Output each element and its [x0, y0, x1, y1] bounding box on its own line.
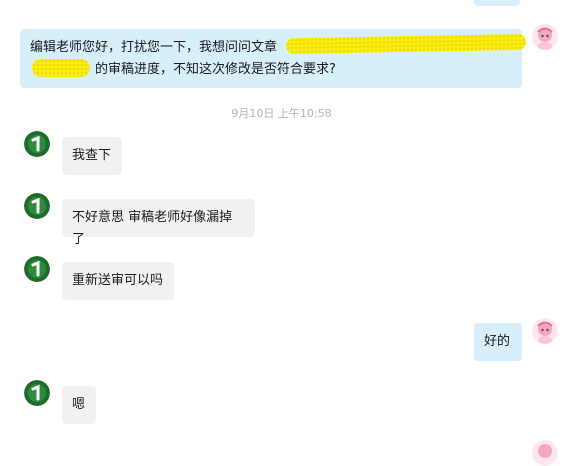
green-number-one-avatar-icon: [24, 256, 50, 282]
partial-message-bubble[interactable]: [474, 0, 520, 6]
my-avatar[interactable]: [532, 440, 558, 466]
contact-avatar[interactable]: [24, 256, 50, 282]
my-avatar[interactable]: [532, 24, 558, 50]
contact-avatar[interactable]: [24, 131, 50, 157]
message-bubble-incoming[interactable]: 重新送审可以吗: [62, 262, 174, 300]
message-text: 好的: [484, 334, 511, 349]
message-text: 我查下: [72, 148, 112, 163]
message-text: 不好意思 审稿老师好像漏掉了: [72, 210, 233, 247]
pink-character-avatar-icon: [532, 440, 558, 466]
chat-view[interactable]: 编辑老师您好，打扰您一下，我想问问文章 的审稿进度，不知这次修改是否符合要求? …: [0, 0, 563, 466]
my-avatar[interactable]: [532, 318, 558, 344]
message-text: 的审稿进度，不知这次修改是否符合要求?: [95, 62, 336, 77]
pink-character-avatar-icon: [532, 24, 558, 50]
green-number-one-avatar-icon: [24, 131, 50, 157]
contact-avatar[interactable]: [24, 193, 50, 219]
message-text: 嗯: [72, 397, 86, 412]
green-number-one-avatar-icon: [24, 380, 50, 406]
message-bubble-incoming[interactable]: 我查下: [62, 137, 122, 175]
message-bubble-outgoing[interactable]: 编辑老师您好，打扰您一下，我想问问文章 的审稿进度，不知这次修改是否符合要求?: [20, 29, 527, 88]
message-bubble-incoming[interactable]: 嗯: [62, 386, 96, 424]
message-text: 重新送审可以吗: [72, 273, 164, 288]
message-bubble-incoming[interactable]: 不好意思 审稿老师好像漏掉了: [62, 199, 255, 247]
redaction-mark: [285, 33, 527, 55]
redaction-mark: [32, 59, 90, 77]
pink-character-avatar-icon: [532, 318, 558, 344]
contact-avatar[interactable]: [24, 380, 50, 406]
green-number-one-avatar-icon: [24, 193, 50, 219]
timestamp: 9月10日 上午10:58: [231, 107, 332, 120]
message-bubble-outgoing[interactable]: 好的: [474, 323, 522, 361]
message-text: 编辑老师您好，打扰您一下，我想问问文章: [30, 40, 278, 55]
